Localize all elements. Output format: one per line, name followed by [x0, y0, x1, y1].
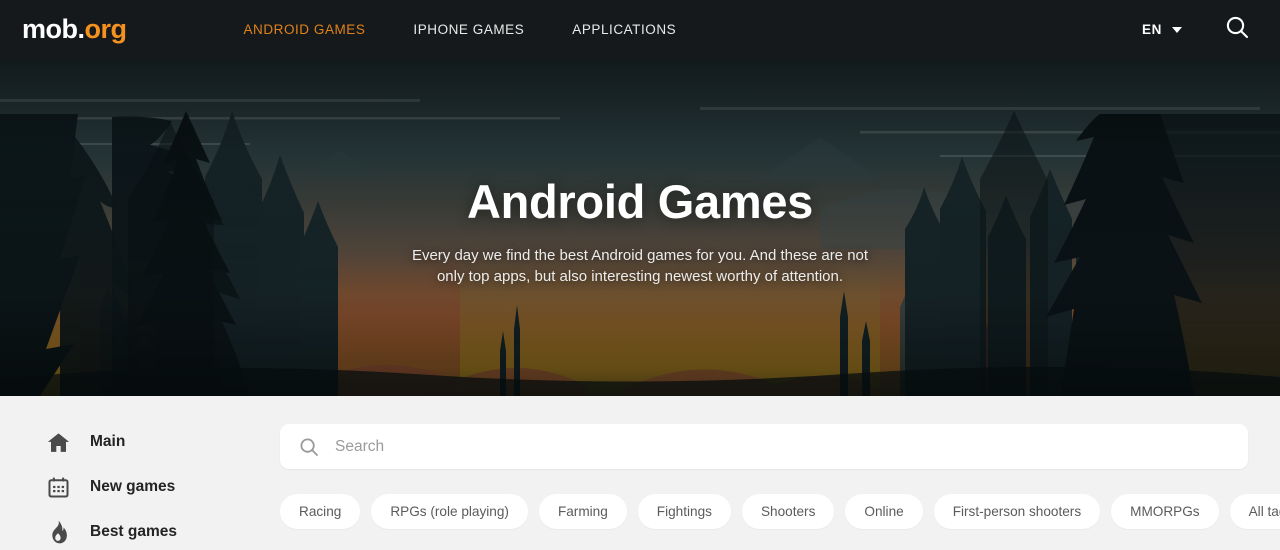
search-input[interactable] [335, 424, 1248, 469]
search-icon [1224, 14, 1250, 45]
hero-banner: Android Games Every day we find the best… [0, 59, 1280, 396]
home-icon [45, 429, 71, 455]
sidebar: Main New games Best games [0, 396, 280, 550]
nav-item-android-games[interactable]: ANDROID GAMES [244, 22, 366, 37]
primary-nav: ANDROID GAMES IPHONE GAMES APPLICATIONS [244, 22, 677, 37]
nav-item-applications[interactable]: APPLICATIONS [572, 22, 676, 37]
all-tags-label: All tags [1248, 504, 1280, 519]
tag-chip-rpgs[interactable]: RPGs (role playing) [371, 494, 528, 529]
site-header: mob.org ANDROID GAMES IPHONE GAMES APPLI… [0, 0, 1280, 59]
hero-text-block: Android Games Every day we find the best… [0, 59, 1280, 396]
logo-text-primary: mob. [22, 14, 85, 44]
sidebar-item-label: New games [90, 478, 176, 495]
hero-subtitle-line-1: Every day we find the best Android games… [411, 246, 869, 264]
hero-subtitle-line-2: only top apps, but also interesting newe… [436, 268, 844, 286]
all-tags-button[interactable]: All tags [1229, 494, 1280, 529]
tag-chip-shooters[interactable]: Shooters [741, 494, 835, 529]
sidebar-item-main[interactable]: Main [0, 428, 280, 456]
header-search-button[interactable] [1224, 14, 1250, 45]
sidebar-item-best-games[interactable]: Best games [0, 518, 280, 546]
language-selector[interactable]: EN [1142, 22, 1182, 37]
main-column: Racing RPGs (role playing) Farming Fight… [280, 396, 1280, 550]
sidebar-item-label: Best games [90, 523, 178, 540]
tag-chip-online[interactable]: Online [845, 494, 923, 529]
tag-filter-row: Racing RPGs (role playing) Farming Fight… [280, 494, 1280, 529]
page-root: mob.org ANDROID GAMES IPHONE GAMES APPLI… [0, 0, 1280, 550]
tag-chip-mmorpgs[interactable]: MMORPGs [1111, 494, 1219, 529]
page-title: Android Games [466, 175, 814, 228]
tag-chip-racing[interactable]: Racing [280, 494, 361, 529]
language-label: EN [1142, 22, 1162, 37]
calendar-icon [45, 474, 71, 500]
site-logo[interactable]: mob.org [22, 14, 127, 45]
flame-icon [45, 519, 71, 545]
tag-chip-fightings[interactable]: Fightings [637, 494, 731, 529]
sidebar-item-new-games[interactable]: New games [0, 473, 280, 501]
search-bar[interactable] [280, 424, 1248, 469]
tag-chip-first-person-shooters[interactable]: First-person shooters [933, 494, 1101, 529]
search-icon [299, 437, 319, 457]
sidebar-item-label: Main [90, 433, 126, 450]
hero-subtitle: Every day we find the best Android games… [412, 245, 868, 288]
chevron-down-icon [1172, 26, 1182, 33]
nav-item-iphone-games[interactable]: IPHONE GAMES [413, 22, 524, 37]
tag-chip-farming[interactable]: Farming [538, 494, 627, 529]
logo-text-accent: org [84, 14, 128, 44]
content-area: Main New games Best games Search Racing … [0, 396, 1280, 550]
header-actions: EN [1142, 14, 1250, 45]
